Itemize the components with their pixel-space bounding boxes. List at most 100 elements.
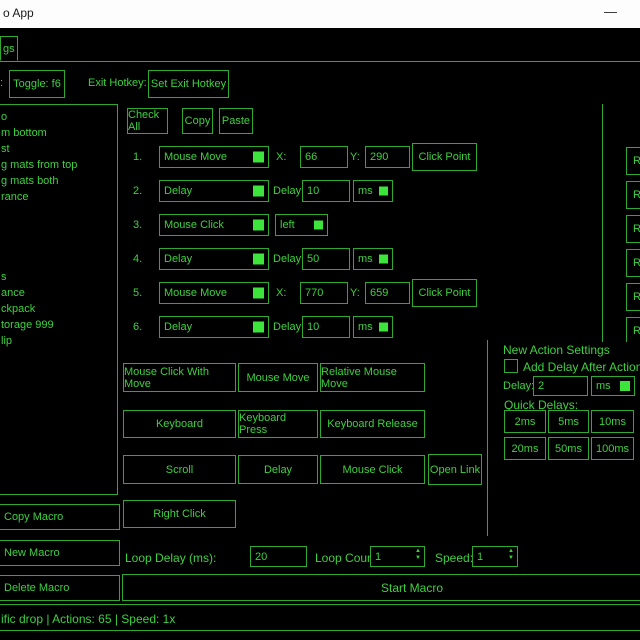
minimize-icon[interactable]: — [604, 4, 617, 19]
new-action-delay-label: Delay: [503, 380, 534, 392]
spin-up-icon[interactable]: ▲ [415, 548, 421, 555]
add-keyboard-release-button[interactable]: Keyboard Release [320, 410, 425, 438]
list-item[interactable] [0, 205, 117, 221]
loop-count-stepper[interactable]: 1 ▲▼ [370, 546, 425, 567]
dropdown-indicator-icon [314, 221, 323, 230]
action-index: 3. [133, 219, 142, 231]
list-item[interactable]: lip [0, 333, 117, 349]
delete-macro-button[interactable]: Delete Macro [0, 575, 120, 601]
add-relative-mouse-move-button[interactable]: Relative Mouse Move [320, 363, 425, 392]
delay-input[interactable]: 10 [302, 316, 350, 338]
spin-down-icon[interactable]: ▼ [415, 555, 421, 562]
quick-delay-5ms-button[interactable]: 5ms [548, 410, 589, 433]
add-keyboard-press-button[interactable]: Keyboard Press [238, 410, 318, 438]
macro-list[interactable]: om bottomstg mats from topg mats bothran… [0, 104, 118, 495]
list-item[interactable]: rance [0, 189, 117, 205]
add-scroll-button[interactable]: Scroll [123, 455, 236, 484]
x-label: X: [276, 151, 286, 163]
list-item[interactable] [0, 221, 117, 237]
loop-delay-input[interactable]: 20 [250, 546, 307, 567]
list-item[interactable]: ckpack [0, 301, 117, 317]
copy-macro-button[interactable]: Copy Macro [0, 504, 120, 530]
y-input[interactable]: 290 [365, 146, 410, 168]
y-label: Y: [350, 287, 360, 299]
list-item[interactable]: o [0, 109, 117, 125]
remove-button[interactable]: R [626, 283, 640, 311]
action-index: 4. [133, 253, 142, 265]
unit-value: ms [358, 253, 373, 265]
list-item[interactable] [0, 237, 117, 253]
remove-button[interactable]: R [626, 249, 640, 277]
spin-down-icon[interactable]: ▼ [508, 555, 514, 562]
tab-settings[interactable]: gs [0, 36, 18, 61]
new-macro-button[interactable]: New Macro [0, 540, 120, 566]
action-type-dropdown[interactable]: Delay [159, 316, 269, 338]
action-type-dropdown[interactable]: Mouse Move [159, 282, 269, 304]
action-type-dropdown[interactable]: Delay [159, 180, 269, 202]
quick-delay-50ms-button[interactable]: 50ms [548, 437, 589, 460]
list-item[interactable]: s [0, 269, 117, 285]
add-keyboard-button[interactable]: Keyboard [123, 410, 236, 438]
delay-value: 10 [307, 321, 319, 333]
x-value: 770 [305, 287, 323, 299]
y-input[interactable]: 659 [365, 282, 410, 304]
exit-hotkey-label: Exit Hotkey: [88, 77, 147, 89]
remove-button[interactable]: R [626, 147, 640, 175]
new-action-delay-input[interactable]: 2 [533, 376, 588, 396]
status-bar: ific drop | Actions: 65 | Speed: 1x [0, 604, 640, 631]
remove-button[interactable]: R [626, 317, 640, 342]
list-item[interactable]: ance [0, 285, 117, 301]
new-action-delay-unit-value: ms [596, 380, 611, 392]
speed-stepper[interactable]: 1 ▲▼ [472, 546, 518, 567]
list-item[interactable]: g mats from top [0, 157, 117, 173]
add-right-click-button[interactable]: Right Click [123, 500, 236, 528]
remove-button[interactable]: R [626, 215, 640, 243]
quick-delay-10ms-button[interactable]: 10ms [591, 410, 634, 433]
dropdown-indicator-icon [253, 220, 264, 231]
list-item[interactable]: g mats both [0, 173, 117, 189]
add-mouse-move-button[interactable]: Mouse Move [238, 363, 318, 392]
y-value: 290 [370, 151, 388, 163]
delay-input[interactable]: 50 [302, 248, 350, 270]
quick-delay-100ms-button[interactable]: 100ms [591, 437, 634, 460]
add-mouse-click-with-move-button[interactable]: Mouse Click With Move [123, 363, 236, 392]
x-input[interactable]: 770 [300, 282, 348, 304]
action-type-dropdown[interactable]: Mouse Click [159, 214, 269, 236]
action-type-dropdown[interactable]: Delay [159, 248, 269, 270]
action-type-dropdown[interactable]: Mouse Move [159, 146, 269, 168]
delay-input[interactable]: 10 [302, 180, 350, 202]
status-text: ific drop | Actions: 65 | Speed: 1x [1, 612, 175, 626]
add-delay-after-action-checkbox[interactable] [504, 359, 518, 373]
list-item[interactable]: st [0, 141, 117, 157]
dropdown-indicator-icon [253, 186, 264, 197]
delay-value: 50 [307, 253, 319, 265]
action-type-value: Mouse Click [164, 219, 224, 231]
dropdown-indicator-icon [253, 288, 264, 299]
quick-delay-20ms-button[interactable]: 20ms [504, 437, 546, 460]
unit-dropdown[interactable]: ms [353, 316, 393, 338]
unit-dropdown[interactable]: ms [353, 180, 393, 202]
add-mouse-click-button[interactable]: Mouse Click [320, 455, 425, 484]
set-exit-hotkey-button[interactable]: Set Exit Hotkey [148, 70, 229, 98]
unit-dropdown[interactable]: ms [353, 248, 393, 270]
y-value: 659 [370, 287, 388, 299]
quick-delay-2ms-button[interactable]: 2ms [504, 410, 546, 433]
new-action-delay-unit-dropdown[interactable]: ms [591, 376, 635, 396]
action-type-value: Mouse Move [164, 287, 227, 299]
remove-button[interactable]: R [626, 181, 640, 209]
delay-label: Delay [273, 253, 301, 265]
toggle-hotkey-label-fragment: : [0, 77, 3, 89]
toggle-hotkey-button[interactable]: Toggle: f6 [9, 70, 65, 98]
add-delay-button[interactable]: Delay [238, 455, 318, 484]
list-item[interactable]: torage 999 [0, 317, 117, 333]
click-point-button[interactable]: Click Point [412, 143, 477, 171]
mouse-button-value: left [280, 219, 295, 231]
list-item[interactable] [0, 253, 117, 269]
start-macro-button[interactable]: Start Macro [122, 574, 640, 601]
mouse-button-dropdown[interactable]: left [275, 214, 328, 236]
click-point-button[interactable]: Click Point [412, 279, 477, 307]
spin-up-icon[interactable]: ▲ [508, 548, 514, 555]
x-input[interactable]: 66 [300, 146, 348, 168]
add-open-link-button[interactable]: Open Link [428, 454, 482, 485]
list-item[interactable]: m bottom [0, 125, 117, 141]
